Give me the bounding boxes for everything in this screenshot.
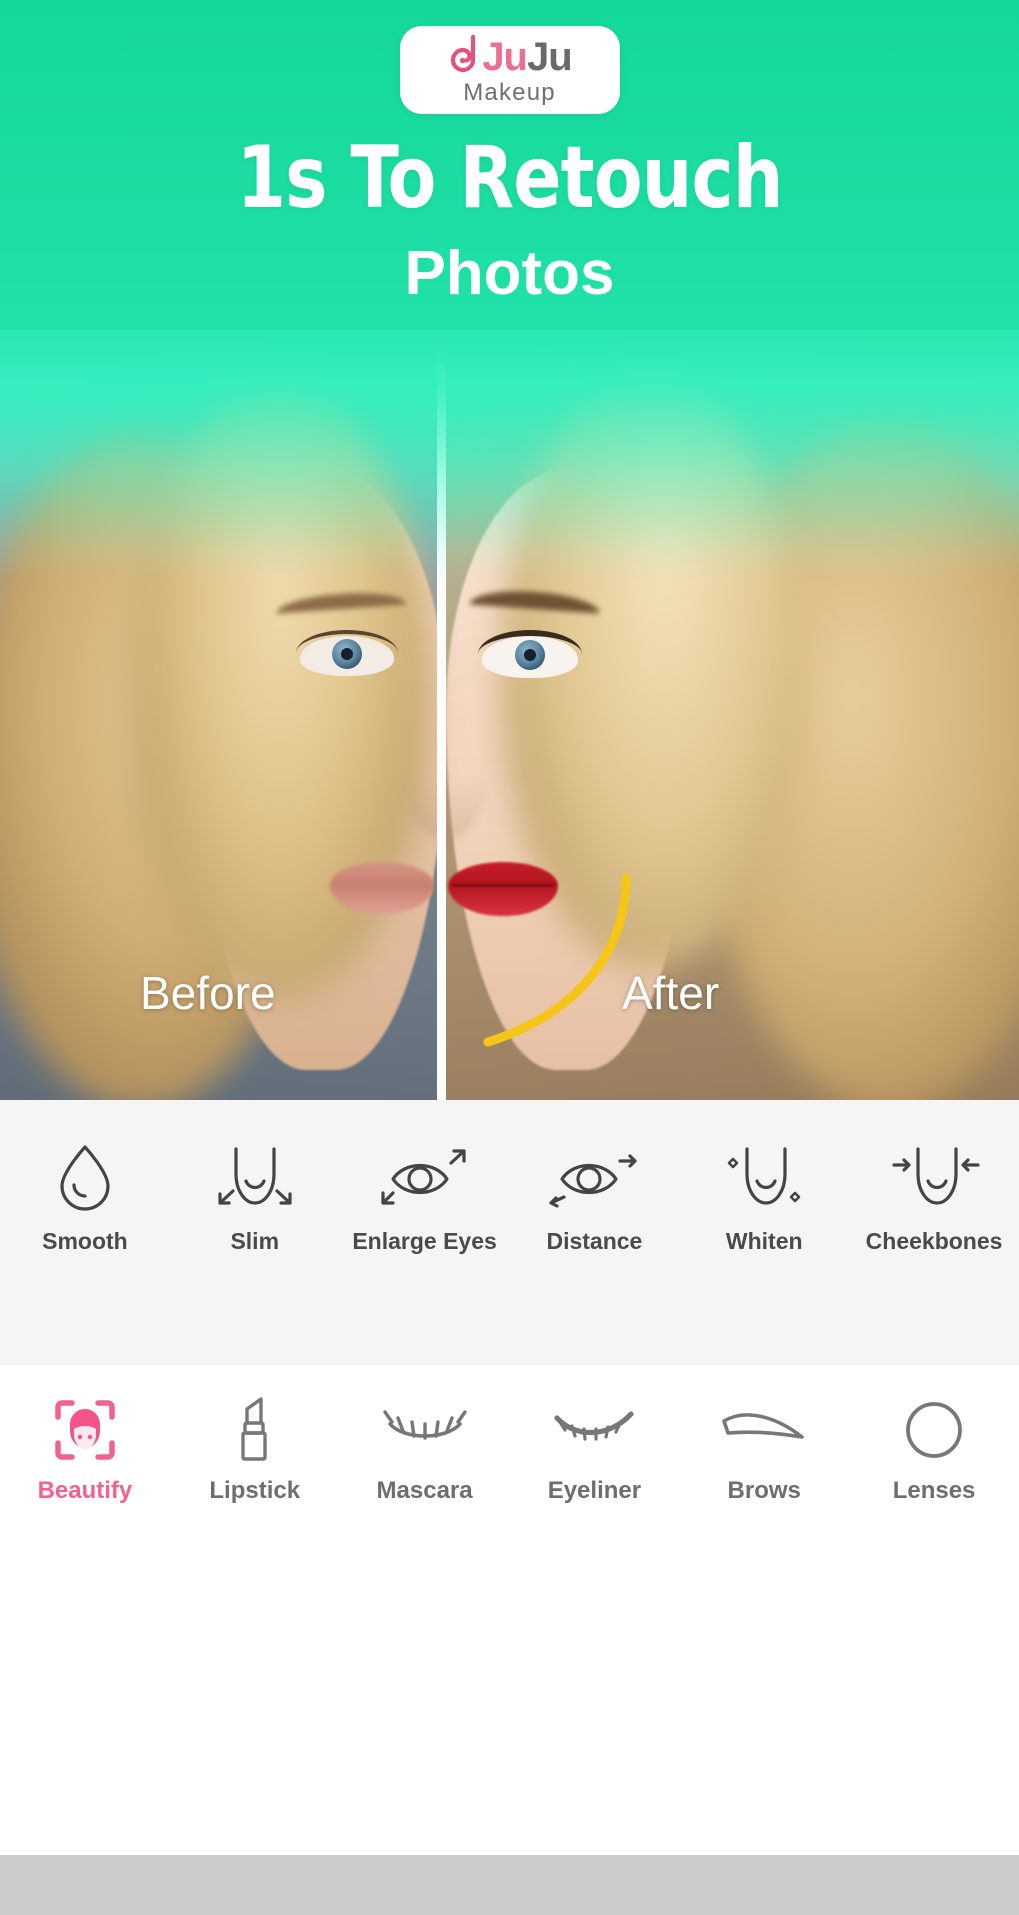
bottom-system-strip <box>0 1855 1019 1915</box>
face-slim-icon <box>214 1138 296 1216</box>
tool-label: Cheekbones <box>865 1228 1003 1254</box>
mascara-lash-icon <box>382 1393 468 1467</box>
tool-label: Whiten <box>725 1228 803 1254</box>
hero-subheadline: Photos <box>404 239 615 308</box>
app-root: Ju Ju Makeup 1s To Retouch Photos Before… <box>0 0 1019 1915</box>
eye-distance-icon <box>548 1138 640 1216</box>
nav-item-lipstick[interactable]: Lipstick <box>170 1393 340 1505</box>
nav-item-lenses[interactable]: Lenses <box>849 1393 1019 1505</box>
eye-before <box>296 630 398 676</box>
after-label: After <box>622 967 720 1019</box>
nav-item-brows[interactable]: Brows <box>679 1393 849 1505</box>
lens-circle-icon <box>903 1393 965 1467</box>
tool-smooth[interactable]: Smooth <box>0 1138 170 1255</box>
before-after-divider[interactable] <box>437 340 446 1100</box>
nav-label: Beautify <box>37 1477 133 1504</box>
lip-line-after <box>452 884 554 887</box>
tool-label: Enlarge Eyes <box>352 1228 497 1254</box>
nav-label: Lenses <box>892 1477 976 1504</box>
nav-item-mascara[interactable]: Mascara <box>340 1393 510 1505</box>
face-whiten-icon <box>721 1138 807 1216</box>
face-cheekbones-icon <box>888 1138 980 1216</box>
tool-enlarge-eyes[interactable]: Enlarge Eyes <box>340 1138 510 1255</box>
tool-label: Slim <box>230 1228 280 1254</box>
app-logo: Ju Ju Makeup <box>399 26 620 114</box>
logo-tagline: Makeup <box>463 79 556 106</box>
tool-slim[interactable]: Slim <box>170 1138 340 1255</box>
logo-wordmark: Ju Ju <box>447 33 573 79</box>
bottom-navigation-bar: Beautify Lipstick Mascara Eyeliner Brows… <box>0 1365 1019 1555</box>
beautify-tools-row: Smooth Slim Enlarge Eyes Distance Whiten… <box>0 1138 1019 1255</box>
nav-label: Mascara <box>376 1477 473 1504</box>
tool-distance[interactable]: Distance <box>509 1138 679 1255</box>
beautify-tools-panel: Smooth Slim Enlarge Eyes Distance Whiten… <box>0 1100 1019 1365</box>
nav-label: Lipstick <box>209 1477 301 1504</box>
tool-cheekbones[interactable]: Cheekbones <box>849 1138 1019 1255</box>
nav-label: Brows <box>727 1477 801 1504</box>
lipstick-icon <box>230 1393 280 1467</box>
droplet-icon <box>54 1138 116 1216</box>
face-frame-icon <box>52 1393 118 1467</box>
logo-text-part2: Ju <box>527 35 573 79</box>
tool-whiten[interactable]: Whiten <box>679 1138 849 1255</box>
logo-text-part1: Ju <box>482 35 528 79</box>
eye-enlarge-icon <box>379 1138 471 1216</box>
juju-j-swirl-icon <box>451 34 476 73</box>
nav-item-beautify[interactable]: Beautify <box>0 1393 170 1505</box>
eyeliner-lash-icon <box>551 1393 637 1467</box>
nav-label: Eyeliner <box>547 1477 642 1504</box>
tool-label: Smooth <box>42 1228 128 1254</box>
nav-item-eyeliner[interactable]: Eyeliner <box>509 1393 679 1505</box>
eyebrow-icon <box>718 1393 810 1467</box>
hero-headline: 1s To Retouch <box>236 128 783 228</box>
eye-after <box>478 630 582 678</box>
tool-label: Distance <box>546 1228 643 1254</box>
hero-section: Ju Ju Makeup 1s To Retouch Photos Before… <box>0 0 1019 1100</box>
before-label: Before <box>140 967 276 1019</box>
